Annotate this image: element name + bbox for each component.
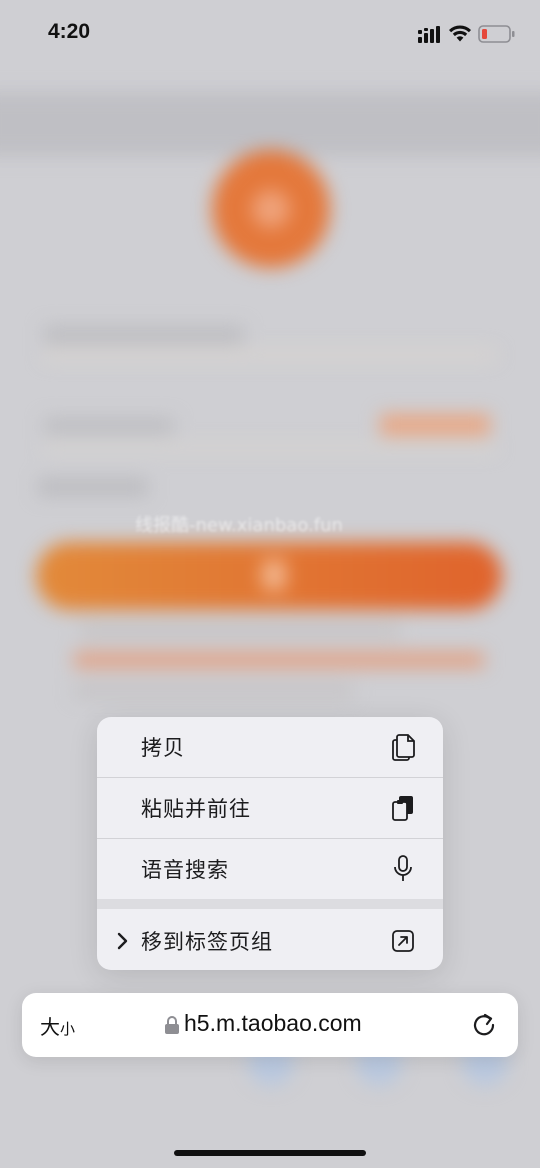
menu-item-label: 拷贝 xyxy=(141,736,185,760)
menu-item-voice-search[interactable]: 语音搜索 xyxy=(97,839,443,899)
status-bar: 4:20 xyxy=(0,0,540,70)
menu-item-label: 语音搜索 xyxy=(141,858,229,882)
bg-agreement-link xyxy=(74,652,484,668)
bg-text xyxy=(80,624,400,638)
wifi-icon xyxy=(449,25,471,42)
menu-section-gap xyxy=(97,899,443,909)
bg-text xyxy=(38,478,148,496)
text-size-big-label: 大 xyxy=(40,1015,60,1039)
address-bar[interactable]: 大 小 h5.m.taobao.com xyxy=(22,993,518,1057)
menu-item-label: 粘贴并前往 xyxy=(141,797,251,821)
menu-item-move-to-tab-group[interactable]: 移到标签页组 xyxy=(97,911,443,970)
copy-icon xyxy=(392,734,415,761)
watermark-text: 线报酷-new.xianbao.fun xyxy=(135,515,343,536)
bg-field-underline xyxy=(44,350,496,360)
bg-text xyxy=(74,684,354,698)
url-display[interactable]: h5.m.taobao.com xyxy=(184,1010,362,1037)
bg-logo-mark xyxy=(252,190,290,228)
status-time: 4:20 xyxy=(48,20,91,43)
paste-icon xyxy=(392,796,413,821)
home-indicator xyxy=(174,1150,366,1156)
bg-field-underline xyxy=(44,444,496,452)
bg-field-label xyxy=(44,326,244,344)
bg-code-button xyxy=(380,414,490,436)
text-size-button[interactable]: 大 小 xyxy=(40,1011,75,1039)
bg-field-label xyxy=(44,418,174,434)
reload-icon[interactable] xyxy=(470,1011,498,1039)
lock-icon xyxy=(165,1016,179,1034)
bg-header xyxy=(0,92,540,156)
bg-login-button-text xyxy=(262,560,286,590)
chevron-right-icon xyxy=(117,932,128,950)
text-size-small-label: 小 xyxy=(60,1020,76,1038)
cellular-signal-icon xyxy=(418,26,440,43)
move-to-tab-group-icon xyxy=(392,930,414,952)
menu-item-label: 移到标签页组 xyxy=(141,930,273,954)
context-menu: 拷贝 粘贴并前往 语音搜索 移到标签页组 xyxy=(97,717,443,970)
battery-low-icon xyxy=(478,25,515,43)
microphone-icon xyxy=(394,855,412,881)
menu-item-copy[interactable]: 拷贝 xyxy=(97,717,443,777)
menu-item-paste-and-go[interactable]: 粘贴并前往 xyxy=(97,778,443,838)
